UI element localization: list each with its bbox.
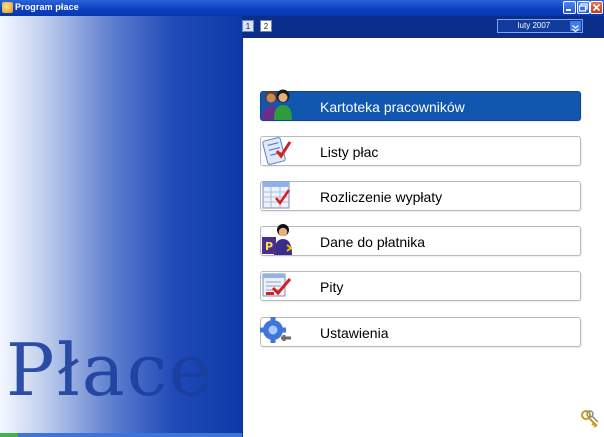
menu-item-rozliczenie[interactable]: Rozliczenie wypłaty — [260, 181, 581, 211]
watermark-text: Płace — [6, 328, 214, 412]
menu-item-kartoteka[interactable]: Kartoteka pracowników — [260, 89, 581, 121]
close-button[interactable] — [590, 1, 603, 14]
menu-item-label: Rozliczenie wypłaty — [320, 189, 443, 205]
ledger-icon — [262, 181, 291, 209]
menu-item-label: Ustawienia — [320, 325, 389, 341]
menu-item-label: Listy płac — [320, 144, 379, 160]
top-strip: 1 2 luty 2007 — [242, 16, 604, 38]
month-selector[interactable]: luty 2007 — [497, 19, 583, 33]
menu-item-label: Dane do płatnika — [320, 234, 426, 250]
left-panel: Płace — [0, 16, 242, 437]
maximize-button[interactable] — [577, 1, 590, 14]
title-bar: Program płace — [0, 0, 604, 16]
page-2-button[interactable]: 2 — [260, 20, 272, 32]
double-chevron-down-icon[interactable] — [570, 21, 581, 33]
svg-text:P: P — [265, 240, 273, 253]
menu-item-pity[interactable]: Pity — [260, 271, 581, 301]
minimize-icon — [566, 9, 571, 11]
close-icon — [592, 3, 601, 12]
checklist-icon — [262, 137, 292, 165]
menu-item-ustawienia[interactable]: Ustawienia — [260, 317, 581, 347]
main-panel: Kartoteka pracowników Listy płac Rozlicz… — [242, 38, 604, 437]
month-selector-value: luty 2007 — [517, 21, 551, 30]
app-icon[interactable] — [2, 2, 13, 13]
minimize-button[interactable] — [563, 1, 576, 14]
tax-form-icon — [262, 273, 292, 297]
menu-item-listy-plac[interactable]: Listy płac — [260, 136, 581, 166]
start-stub — [0, 433, 18, 437]
settings-gear-icon — [260, 317, 291, 343]
menu-item-dane-platnika[interactable]: P Dane do płatnika — [260, 224, 581, 256]
page-1-button[interactable]: 1 — [242, 20, 254, 32]
people-icon — [262, 89, 292, 120]
maximize-icon — [578, 3, 588, 12]
menu-item-label: Pity — [320, 279, 344, 295]
keys-icon[interactable] — [580, 409, 600, 429]
window-title: Program płace — [15, 2, 79, 12]
menu-item-label: Kartoteka pracowników — [320, 99, 465, 115]
payer-icon: P — [262, 224, 293, 255]
bottom-strip — [0, 433, 242, 437]
